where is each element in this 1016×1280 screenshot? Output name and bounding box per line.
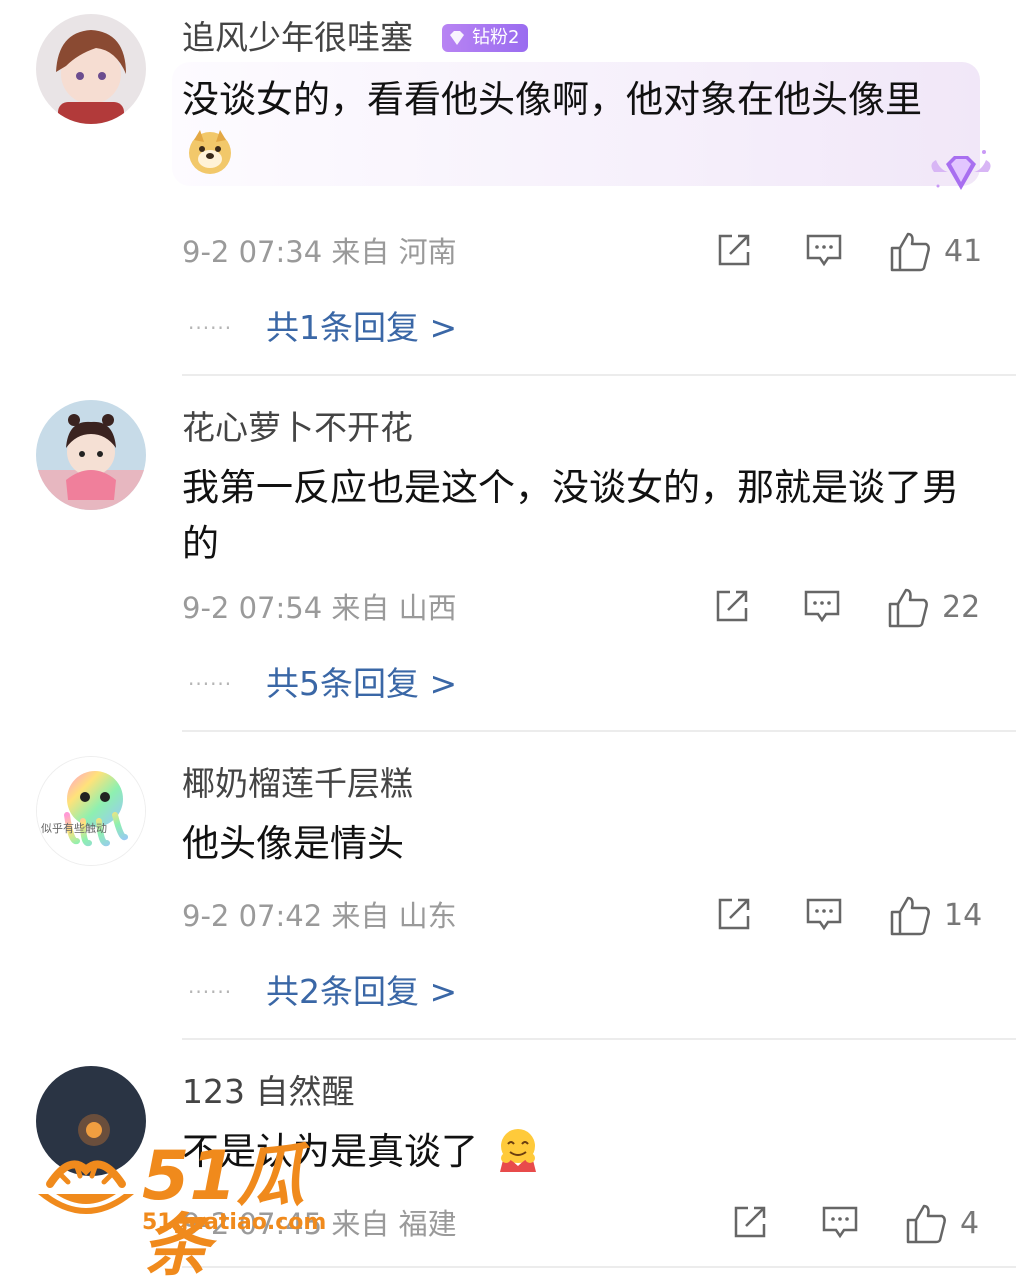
comment-text: 我第一反应也是这个，没谈女的，那就是谈了男的	[182, 466, 959, 565]
diamond-fan-emblem-icon	[926, 146, 996, 202]
comment-3: 似乎有些触动 椰奶榴莲千层糕 他头像是情头 9-2 07:42 来自 山东 14…	[0, 732, 1016, 1040]
view-replies-link[interactable]: 共2条回复 >	[266, 970, 457, 1014]
like-count: 41	[944, 234, 983, 269]
comment-text: 没谈女的，看看他头像啊，他对象在他头像里	[182, 78, 922, 121]
dots: ······	[188, 980, 233, 1004]
share-icon[interactable]	[714, 894, 754, 934]
thumbs-up-icon[interactable]	[904, 1202, 948, 1246]
doge-emoji	[186, 128, 234, 176]
comment-icon[interactable]	[802, 586, 842, 626]
avatar-caption: 似乎有些触动	[41, 822, 107, 835]
rainbow-octopus-avatar-image	[37, 757, 145, 865]
username[interactable]: 123 自然醒	[182, 1072, 354, 1112]
like-count: 22	[942, 590, 981, 625]
avatar[interactable]	[36, 14, 146, 124]
thumbs-up-icon[interactable]	[888, 230, 932, 274]
thumbs-up-icon[interactable]	[886, 586, 930, 630]
username[interactable]: 追风少年很哇塞	[182, 18, 413, 58]
site-watermark: 51瓜条 51guatiao.com	[30, 1130, 360, 1280]
comment-icon[interactable]	[820, 1202, 860, 1242]
comment-actions: 41	[714, 230, 994, 274]
like-count: 14	[944, 898, 983, 933]
comment-1: 追风少年很哇塞 钻粉2 没谈女的，看看他头像啊，他对象在他头像里 9-2 07:…	[0, 0, 1016, 376]
diamond-icon	[450, 31, 464, 45]
avatar[interactable]	[36, 400, 146, 510]
watermark-url: 51guatiao.com	[142, 1210, 327, 1235]
dots: ······	[188, 316, 233, 340]
comment-text: 他头像是情头	[182, 822, 404, 865]
comment-actions: 22	[712, 586, 992, 630]
comment-meta: 9-2 07:42 来自 山东	[182, 899, 457, 933]
comment-actions: 4	[730, 1202, 1000, 1246]
comment-icon[interactable]	[804, 894, 844, 934]
avatar[interactable]: 似乎有些触动	[36, 756, 146, 866]
comment-meta: 9-2 07:34 来自 河南	[182, 235, 457, 269]
share-icon[interactable]	[730, 1202, 770, 1242]
comment-icon[interactable]	[804, 230, 844, 270]
view-replies-link[interactable]: 共1条回复 >	[266, 306, 457, 350]
comment-actions: 14	[714, 894, 994, 938]
comment-meta: 9-2 07:54 来自 山西	[182, 591, 457, 625]
watermelon-logo-icon	[38, 1160, 134, 1214]
fan-badge[interactable]: 钻粉2	[442, 24, 528, 52]
doll-avatar-image	[36, 400, 146, 510]
dots: ······	[188, 672, 233, 696]
anime-boy-avatar-image	[36, 14, 146, 124]
hug-emoji	[494, 1126, 542, 1174]
share-icon[interactable]	[714, 230, 754, 270]
thumbs-up-icon[interactable]	[888, 894, 932, 938]
share-icon[interactable]	[712, 586, 752, 626]
username[interactable]: 椰奶榴莲千层糕	[182, 764, 413, 804]
username[interactable]: 花心萝卜不开花	[182, 408, 413, 448]
like-count: 4	[960, 1206, 980, 1241]
comment-2: 花心萝卜不开花 我第一反应也是这个，没谈女的，那就是谈了男的 9-2 07:54…	[0, 376, 1016, 732]
view-replies-link[interactable]: 共5条回复 >	[266, 662, 457, 706]
badge-label: 钻粉2	[472, 27, 520, 48]
